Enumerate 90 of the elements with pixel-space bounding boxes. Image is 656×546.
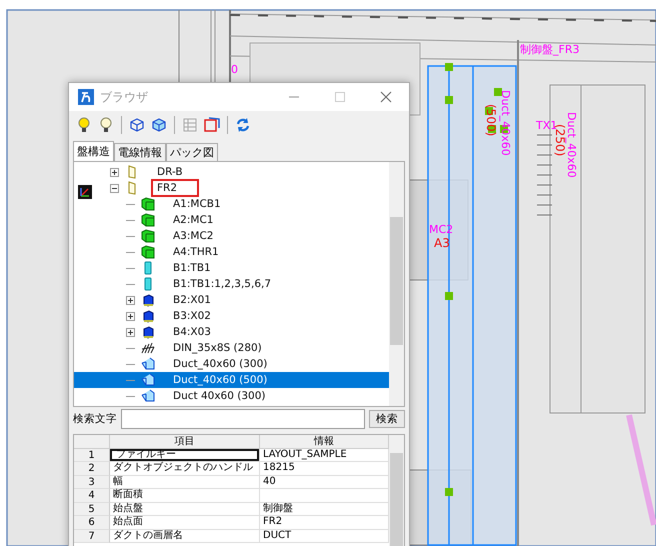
duct-outline[interactable] (427, 65, 517, 546)
expand-icon[interactable] (126, 312, 135, 320)
device-icon (141, 213, 155, 227)
table-cell: 始点面 (110, 516, 260, 530)
relay-icon (141, 309, 155, 323)
tree-item[interactable]: FR2 (74, 180, 389, 196)
relay-icon (141, 293, 155, 307)
app-icon (78, 89, 94, 105)
collapse-icon[interactable] (110, 184, 119, 192)
drawing-label: (500) (485, 104, 497, 136)
row-number: 6 (74, 516, 110, 530)
search-field[interactable] (121, 409, 365, 429)
tree-item[interactable]: A4:THR1 (74, 244, 389, 260)
tree-item[interactable]: B2:X01 (74, 292, 389, 308)
window-title: ブラウザ (100, 88, 148, 106)
tree-item[interactable]: B1:TB1 (74, 260, 389, 276)
duct-icon (141, 357, 155, 371)
row-number: 4 (74, 489, 110, 502)
expand-icon[interactable] (110, 168, 119, 176)
tab[interactable]: パック図 (166, 143, 218, 161)
table-cell: ダクトオブジェクトのハンドル (110, 462, 260, 476)
tree-item-label: B4:X03 (172, 325, 212, 339)
tree-item-label: A1:MCB1 (172, 197, 222, 211)
scrollbar[interactable] (389, 162, 404, 406)
search-button[interactable]: 検索 (369, 410, 405, 428)
column-header: 情報 (260, 435, 389, 448)
row-number: 2 (74, 462, 110, 476)
rail-icon (141, 341, 155, 355)
device-icon (141, 229, 155, 243)
tree-item[interactable]: A2:MC1 (74, 212, 389, 228)
drawing-label: Duct_40x60 (566, 112, 577, 178)
row-number: 5 (74, 502, 110, 516)
drawing-label: 0 (231, 64, 238, 75)
tree-item[interactable]: Duct_40x60 (300) (74, 356, 389, 372)
table-cell: 18215 (260, 462, 389, 476)
tree-item[interactable]: B3:X02 (74, 308, 389, 324)
table-cell: DUCT (260, 530, 389, 543)
tree-item[interactable]: Duct 40x60 (300) (74, 388, 389, 404)
tree-item-label: Duct_40x60 (500) (172, 373, 268, 387)
table-cell: ダクトの画層名 (110, 530, 260, 543)
relay-icon (141, 325, 155, 339)
device-icon (141, 245, 155, 259)
tree-item[interactable]: A1:MCB1 (74, 196, 389, 212)
tree-item-label: Duct 40x60 (300) (172, 389, 266, 403)
table-cell: FR2 (260, 516, 389, 530)
tree-item[interactable]: DR-B (74, 164, 389, 180)
tree-item[interactable]: B4:X03 (74, 324, 389, 340)
axis-icon (78, 185, 92, 199)
tree-item-label: B1:TB1 (172, 261, 212, 275)
frame-icon[interactable] (203, 116, 221, 134)
table-cell: LAYOUT_SAMPLE (260, 448, 389, 462)
row-number: 1 (74, 448, 110, 462)
tree-item-label: A4:THR1 (172, 245, 220, 259)
scrollbar[interactable] (389, 435, 404, 546)
table-corner (74, 435, 110, 448)
expand-icon[interactable] (126, 328, 135, 336)
table-cell: 幅 (110, 476, 260, 489)
refresh-icon[interactable] (234, 116, 252, 134)
row-number: 3 (74, 476, 110, 489)
tab[interactable]: 電線情報 (114, 143, 166, 161)
tab[interactable]: 盤構造 (73, 141, 114, 161)
tree-item-label: FR2 (153, 181, 198, 195)
tree-item-label: Duct_40x60 (300) (172, 357, 268, 371)
table-cell: 制御盤 (260, 502, 389, 516)
tree-item-label: B3:X02 (172, 309, 212, 323)
table-cell: ファイルキー (110, 448, 260, 462)
device-icon (141, 197, 155, 211)
duct-icon (141, 389, 155, 403)
table-cell: 始点盤 (110, 502, 260, 516)
tree-item[interactable]: Duct_40x60 (500) (74, 372, 389, 388)
expand-icon[interactable] (126, 296, 135, 304)
table-cell: 40 (260, 476, 389, 489)
column-header: 項目 (110, 435, 260, 448)
drawing-label: 制御盤_FR3 (520, 44, 580, 55)
tree-item-label: B2:X01 (172, 293, 212, 307)
table-cell: 断面積 (110, 489, 260, 502)
tree-item-label: DR-B (156, 165, 184, 179)
search-label: 検索文字 (73, 412, 117, 426)
tree-item-label: B1:TB1:1,2,3,5,6,7 (172, 277, 272, 291)
duct-icon (141, 373, 155, 387)
tree-item[interactable]: DIN_35x8S (280) (74, 340, 389, 356)
drawing-label: Duct_40x60 (500, 90, 511, 156)
row-number: 7 (74, 530, 110, 543)
tree-item-label: DIN_35x8S (280) (172, 341, 263, 355)
tree-item-label: A3:MC2 (172, 229, 214, 243)
wireframe-cube-icon[interactable] (128, 116, 146, 134)
solid-cube-icon[interactable] (150, 116, 168, 134)
tree-item[interactable]: B1:TB1:1,2,3,5,6,7 (74, 276, 389, 292)
tree-item[interactable]: A3:MC2 (74, 228, 389, 244)
tree-item-label: A2:MC1 (172, 213, 214, 227)
